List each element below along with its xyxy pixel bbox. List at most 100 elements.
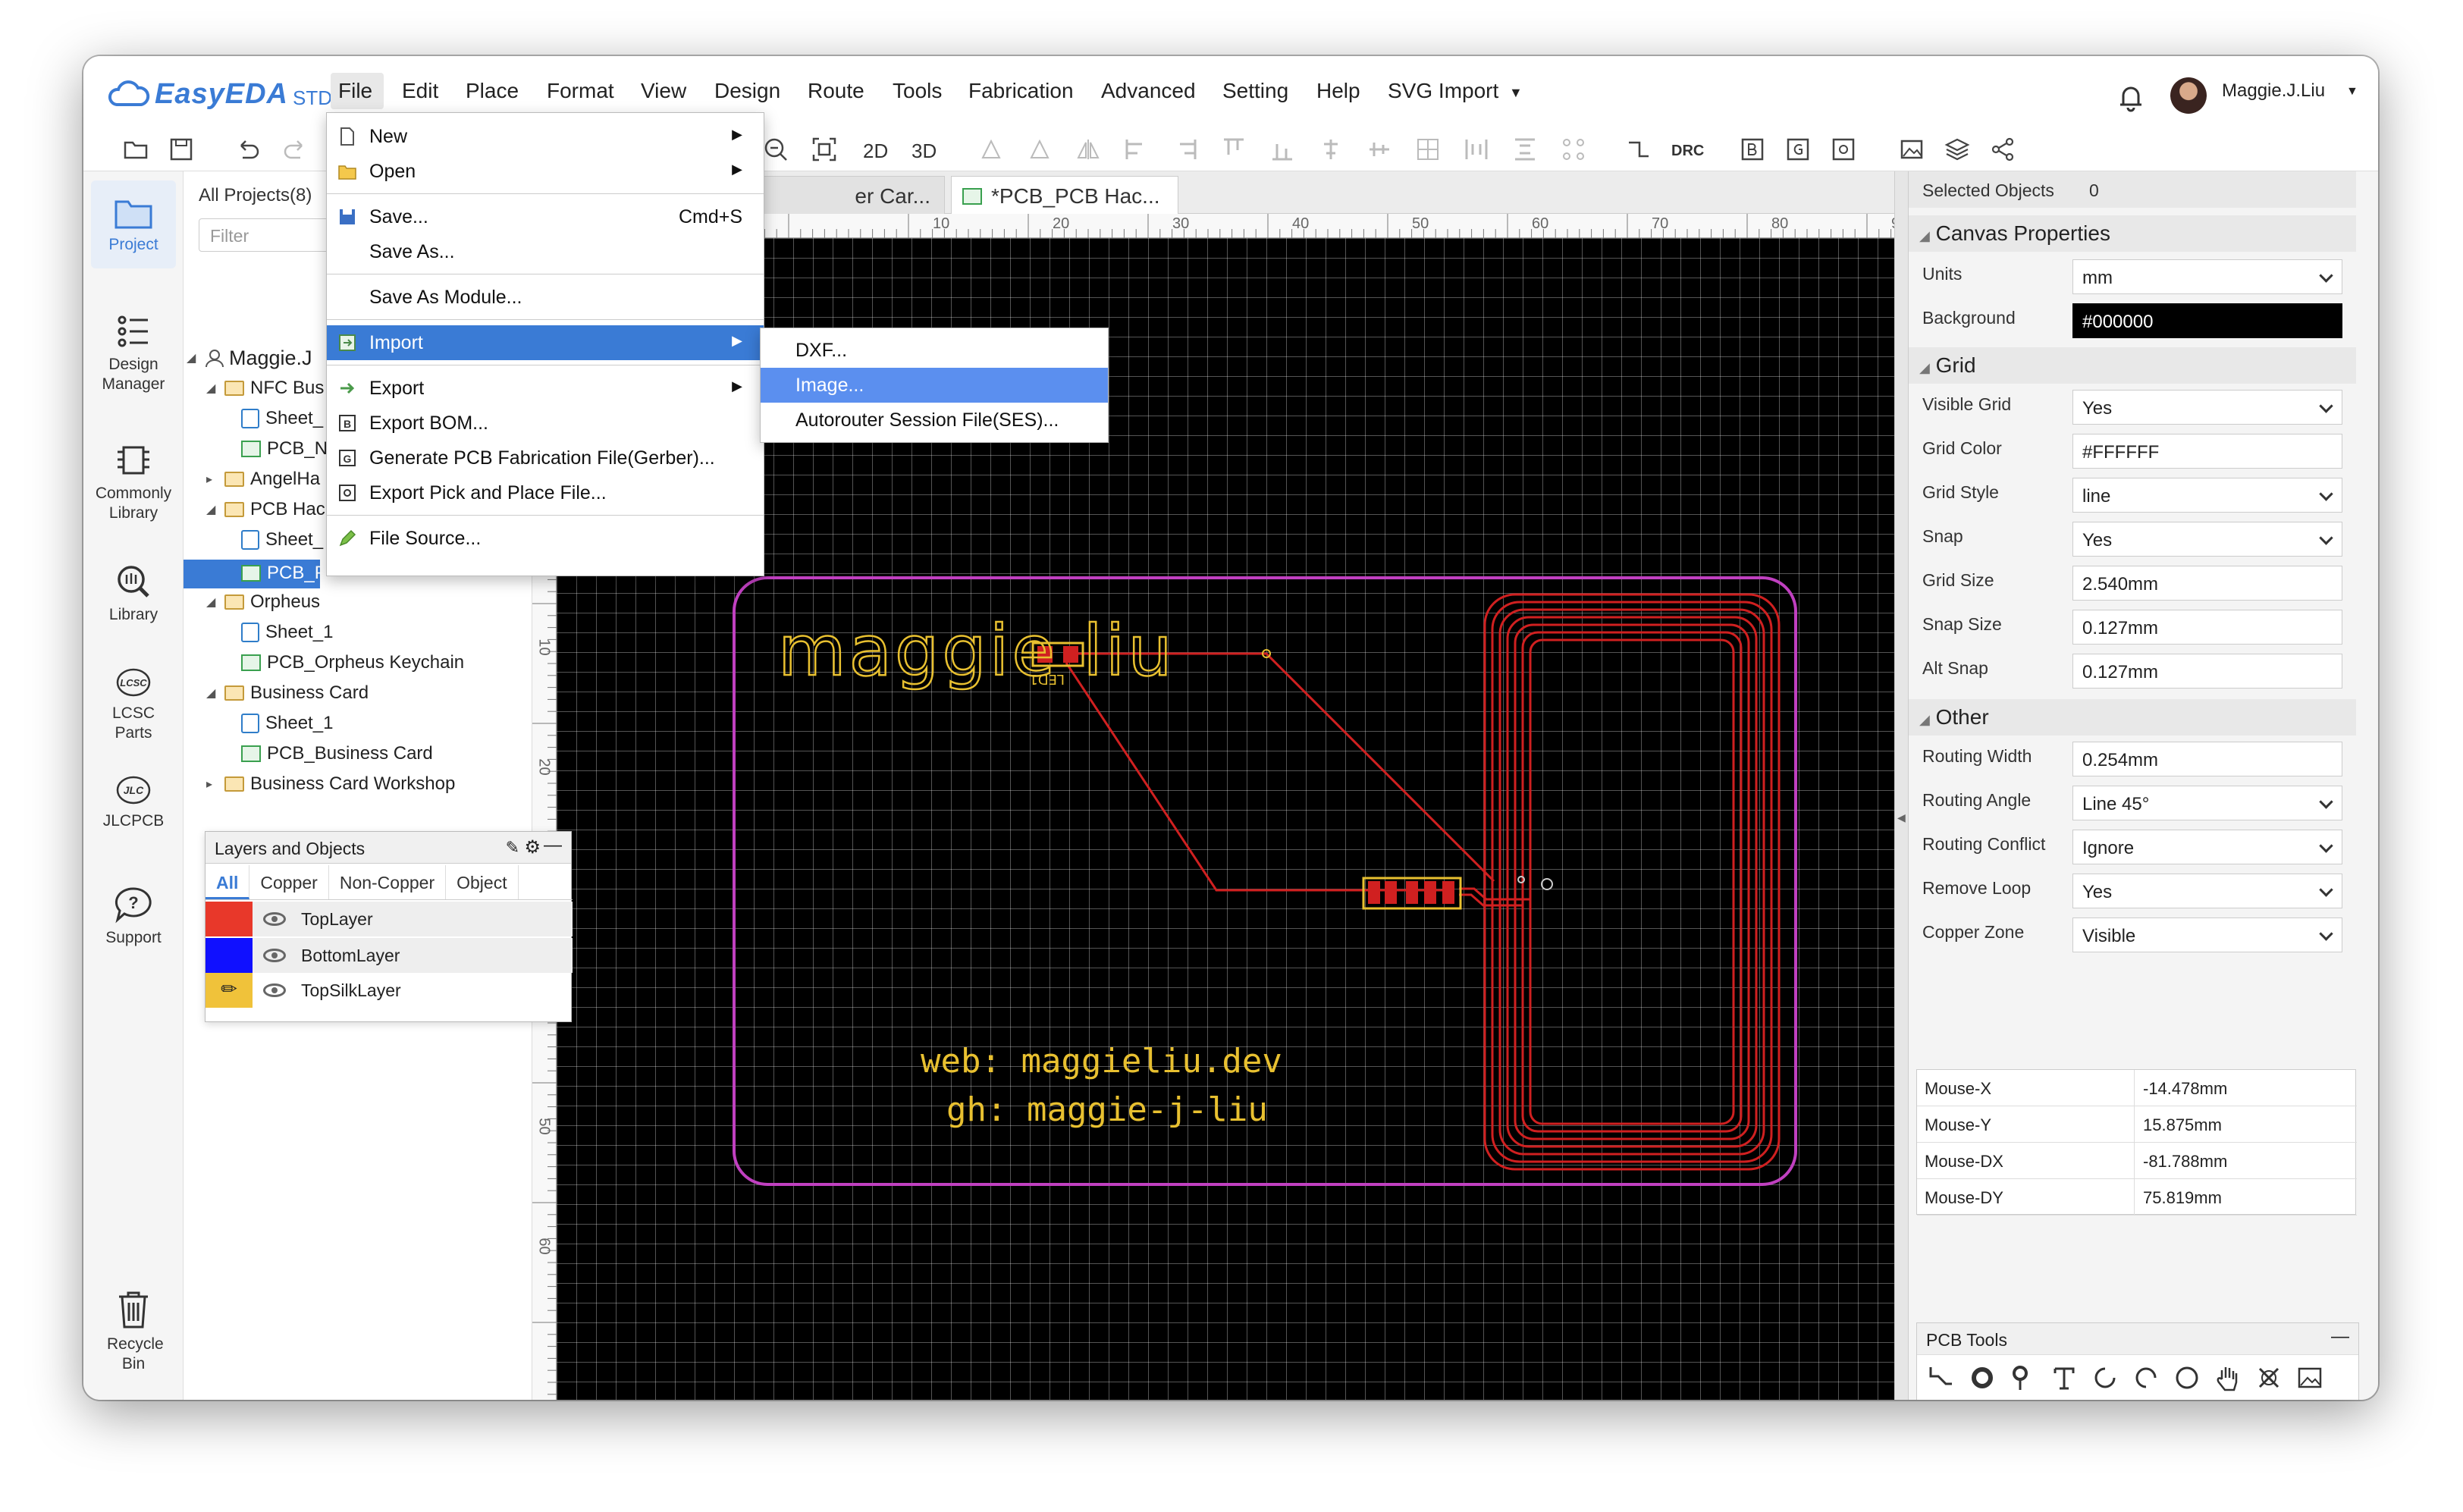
tree-item[interactable]: ◢ Orpheus bbox=[206, 588, 320, 616]
arc-tool-icon[interactable] bbox=[2091, 1364, 2119, 1391]
tree-item[interactable]: ◢ Business Card bbox=[206, 679, 369, 707]
arc2-tool-icon[interactable] bbox=[2132, 1364, 2160, 1391]
tab-all[interactable]: All bbox=[206, 865, 250, 899]
align-right-icon[interactable] bbox=[1172, 136, 1198, 162]
svg-import-caret-icon[interactable]: ▼ bbox=[1509, 85, 1523, 101]
menu-edit[interactable]: Edit bbox=[402, 79, 438, 103]
panel-splitter[interactable]: ◀ bbox=[1894, 171, 1908, 1400]
flip-icon[interactable] bbox=[1075, 136, 1101, 162]
menu-item-export-bom[interactable]: B Export BOM... bbox=[327, 406, 764, 441]
eye-icon[interactable] bbox=[263, 983, 286, 997]
align-left-icon[interactable] bbox=[1124, 136, 1150, 162]
grid-setting-select[interactable]: Yes bbox=[2072, 390, 2342, 425]
rail-jlcpcb[interactable]: JLC JLCPCB bbox=[83, 773, 184, 831]
distribute-v-icon[interactable] bbox=[1512, 136, 1538, 162]
other-setting-select[interactable]: Ignore bbox=[2072, 830, 2342, 864]
units-select[interactable]: mm bbox=[2072, 259, 2342, 294]
menu-item-image[interactable]: Image... bbox=[761, 368, 1108, 403]
menu-item-export[interactable]: Export ▶ bbox=[327, 371, 764, 406]
hand-tool-icon[interactable] bbox=[2214, 1364, 2242, 1391]
grid-setting-select[interactable]: line bbox=[2072, 478, 2342, 513]
eye-icon[interactable] bbox=[263, 949, 286, 962]
group-icon[interactable] bbox=[1561, 136, 1586, 162]
tab-pcb-hackathon[interactable]: *PCB_PCB Hac... bbox=[951, 176, 1178, 214]
layer-row-bottom[interactable]: BottomLayer bbox=[206, 938, 573, 973]
menu-route[interactable]: Route bbox=[808, 79, 864, 103]
menu-place[interactable]: Place bbox=[466, 79, 519, 103]
menu-setting[interactable]: Setting bbox=[1222, 79, 1288, 103]
rail-design-manager[interactable]: Design Manager bbox=[83, 312, 184, 394]
view-2d-button[interactable]: 2D bbox=[863, 140, 888, 163]
rail-library[interactable]: Library bbox=[83, 563, 184, 625]
tree-item[interactable]: ◢ PCB Hac bbox=[206, 496, 325, 523]
user-name[interactable]: Maggie.J.Liu bbox=[2222, 80, 2325, 102]
menu-tools[interactable]: Tools bbox=[893, 79, 942, 103]
grid-section[interactable]: ◢ Grid bbox=[1909, 347, 2356, 384]
align-icon[interactable] bbox=[1027, 136, 1053, 162]
rail-commonly-library[interactable]: Commonly Library bbox=[83, 441, 184, 523]
rail-project[interactable]: Project bbox=[83, 196, 184, 255]
menu-format[interactable]: Format bbox=[547, 79, 614, 103]
collapse-icon[interactable]: ◀ bbox=[1897, 811, 1906, 824]
other-setting-select[interactable]: Visible bbox=[2072, 918, 2342, 952]
menu-item-save-as-module[interactable]: Save As Module... bbox=[327, 280, 764, 315]
all-projects-header[interactable]: All Projects(8) bbox=[199, 185, 312, 206]
distribute-h-icon[interactable] bbox=[1464, 136, 1489, 162]
pin-icon[interactable]: ✎ bbox=[506, 838, 519, 858]
layers-icon[interactable] bbox=[1944, 136, 1970, 162]
gear-icon[interactable]: ⚙ bbox=[524, 836, 541, 858]
menu-svg-import[interactable]: SVG Import bbox=[1388, 79, 1498, 103]
other-section[interactable]: ◢ Other bbox=[1909, 699, 2356, 736]
eye-icon[interactable] bbox=[263, 912, 286, 926]
menu-fabrication[interactable]: Fabrication bbox=[968, 79, 1074, 103]
grid-setting-input[interactable]: 2.540mm bbox=[2072, 566, 2342, 601]
tree-item[interactable]: PCB_Business Card bbox=[241, 740, 433, 767]
layer-color-swatch[interactable] bbox=[206, 938, 253, 973]
menu-item-gerber[interactable]: G Generate PCB Fabrication File(Gerber)..… bbox=[327, 441, 764, 475]
canvas-properties-section[interactable]: ◢ Canvas Properties bbox=[1909, 215, 2356, 252]
align-bottom-icon[interactable] bbox=[1269, 136, 1295, 162]
grid-setting-input[interactable]: 0.127mm bbox=[2072, 610, 2342, 645]
bom-icon[interactable] bbox=[1740, 136, 1765, 162]
menu-item-import[interactable]: Import ▶ bbox=[327, 325, 764, 360]
menu-item-pick-place[interactable]: Export Pick and Place File... bbox=[327, 475, 764, 510]
tree-item[interactable]: ▸ AngelHa bbox=[206, 466, 320, 493]
tab-non-copper[interactable]: Non-Copper bbox=[329, 865, 447, 899]
layer-row-top[interactable]: TopLayer bbox=[206, 902, 573, 936]
user-caret-icon[interactable]: ▼ bbox=[2346, 85, 2358, 99]
avatar[interactable] bbox=[2170, 77, 2207, 114]
menu-file[interactable]: File bbox=[338, 79, 372, 103]
tab-object[interactable]: Object bbox=[446, 865, 519, 899]
other-setting-select[interactable]: Yes bbox=[2072, 874, 2342, 908]
grid-setting-input[interactable]: #FFFFFF bbox=[2072, 434, 2342, 469]
menu-item-save-as[interactable]: Save As... bbox=[327, 234, 764, 269]
menu-item-dxf[interactable]: DXF... bbox=[761, 333, 1108, 368]
align-middle-icon[interactable] bbox=[1366, 136, 1392, 162]
menu-help[interactable]: Help bbox=[1316, 79, 1360, 103]
tree-item[interactable]: ▸ Business Card Workshop bbox=[206, 770, 455, 798]
minimize-icon[interactable]: — bbox=[544, 835, 562, 856]
tree-item[interactable]: PCB_N bbox=[241, 435, 328, 463]
view-3d-button[interactable]: 3D bbox=[911, 140, 937, 163]
gerber-icon[interactable] bbox=[1785, 136, 1811, 162]
layer-color-swatch[interactable] bbox=[206, 902, 253, 936]
minimize-icon[interactable]: — bbox=[2331, 1326, 2349, 1347]
tab-copper[interactable]: Copper bbox=[249, 865, 329, 899]
image-tool-icon[interactable] bbox=[2296, 1364, 2323, 1391]
grid-setting-input[interactable]: 0.127mm bbox=[2072, 654, 2342, 689]
tree-item[interactable]: Sheet_ bbox=[241, 526, 323, 554]
tree-item-selected[interactable]: PCB_P bbox=[241, 560, 327, 587]
tree-item[interactable]: Sheet_1 bbox=[241, 619, 333, 646]
redo-icon[interactable] bbox=[282, 136, 308, 162]
pencil-icon[interactable]: ✏ bbox=[206, 973, 253, 1008]
other-setting-input[interactable]: 0.254mm bbox=[2072, 742, 2342, 776]
tree-item[interactable]: Sheet_ bbox=[241, 405, 323, 432]
background-color-input[interactable]: #000000 bbox=[2072, 303, 2342, 338]
text-tool-icon[interactable] bbox=[2050, 1364, 2078, 1391]
menu-design[interactable]: Design bbox=[714, 79, 780, 103]
align-top-icon[interactable] bbox=[1221, 136, 1247, 162]
align-center-icon[interactable] bbox=[1318, 136, 1344, 162]
via-tool-icon[interactable] bbox=[2010, 1364, 2037, 1391]
rail-support[interactable]: ? Support bbox=[83, 886, 184, 948]
menu-advanced[interactable]: Advanced bbox=[1101, 79, 1196, 103]
